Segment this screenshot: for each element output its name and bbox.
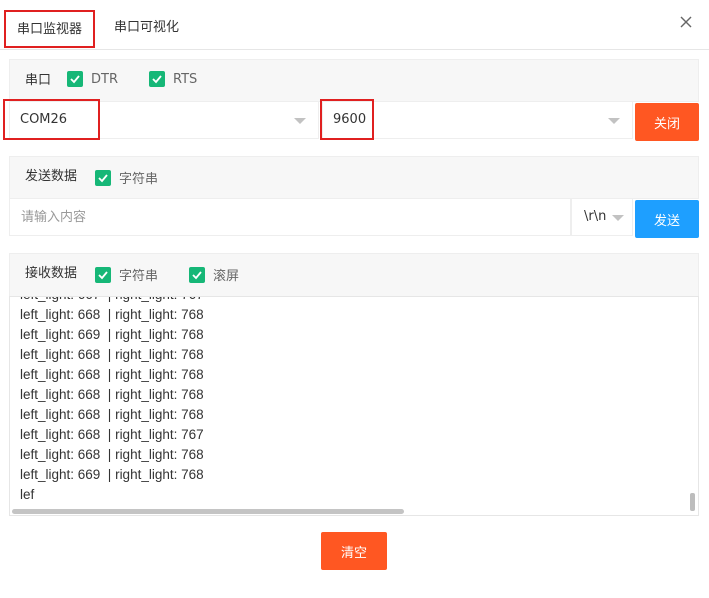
receive-panel-header: 接收数据 字符串 滚屏 xyxy=(9,253,699,297)
close-icon[interactable] xyxy=(677,13,695,31)
log-line: left_light: 668 | right_light: 768 xyxy=(20,347,204,362)
send-button[interactable]: 发送 xyxy=(635,200,699,238)
autoscroll-label: 滚屏 xyxy=(213,269,240,284)
checkmark-icon xyxy=(189,266,205,283)
port-panel-header: 串口 DTR RTS xyxy=(9,59,699,102)
log-line: left_light: 668 | right_light: 768 xyxy=(20,367,204,382)
rts-checkbox[interactable]: RTS xyxy=(149,71,197,87)
vertical-scrollbar[interactable] xyxy=(690,493,695,511)
receive-label: 接收数据 xyxy=(25,266,78,281)
tab-serial-visualization[interactable]: 串口可视化 xyxy=(104,10,189,48)
chevron-down-icon xyxy=(612,215,624,221)
port-label: 串口 xyxy=(25,73,52,88)
line-ending-value: \r\n xyxy=(584,209,607,224)
log-line: left_light: 668 | right_light: 768 xyxy=(20,447,204,462)
chevron-down-icon xyxy=(294,118,306,124)
tab-bar: 串口监视器 串口可视化 xyxy=(0,0,709,50)
checkmark-icon xyxy=(95,266,111,283)
checkmark-icon xyxy=(67,71,83,87)
log-line: left_light: 668 | right_light: 768 xyxy=(20,407,204,422)
log-line: left_light: 669 | right_light: 768 xyxy=(20,467,204,482)
send-string-checkbox[interactable]: 字符串 xyxy=(95,168,158,187)
baud-select[interactable]: 9600 xyxy=(322,101,633,139)
checkmark-icon xyxy=(149,71,165,87)
log-line: left_light: 667 | right_light: 767 xyxy=(20,297,204,305)
line-ending-select[interactable]: \r\n xyxy=(571,198,633,236)
clear-button[interactable]: 清空 xyxy=(321,532,387,570)
baud-select-value: 9600 xyxy=(333,112,367,127)
rts-label: RTS xyxy=(173,71,198,87)
receive-log[interactable]: left_light: 667 | right_light: 767 left_l… xyxy=(9,296,699,516)
receive-log-lines: left_light: 667 | right_light: 767 left_l… xyxy=(20,297,204,505)
log-line: lef xyxy=(20,487,35,502)
log-line: left_light: 668 | right_light: 768 xyxy=(20,387,204,402)
chevron-down-icon xyxy=(608,118,620,124)
send-input[interactable] xyxy=(10,199,570,235)
log-line: left_light: 668 | right_light: 767 xyxy=(20,427,204,442)
checkmark-icon xyxy=(95,169,111,186)
dtr-checkbox[interactable]: DTR xyxy=(67,71,118,87)
send-panel-header: 发送数据 字符串 xyxy=(9,156,699,199)
tab-serial-monitor[interactable]: 串口监视器 xyxy=(4,10,95,48)
port-select[interactable]: COM26 xyxy=(9,101,319,139)
send-label: 发送数据 xyxy=(25,169,78,184)
port-select-value: COM26 xyxy=(20,112,68,127)
send-string-label: 字符串 xyxy=(119,172,159,187)
send-input-wrapper xyxy=(9,198,571,236)
dtr-label: DTR xyxy=(91,71,118,87)
close-port-button[interactable]: 关闭 xyxy=(635,103,699,141)
log-line: left_light: 668 | right_light: 768 xyxy=(20,307,204,322)
log-line: left_light: 669 | right_light: 768 xyxy=(20,327,204,342)
horizontal-scrollbar[interactable] xyxy=(12,509,404,514)
autoscroll-checkbox[interactable]: 滚屏 xyxy=(189,265,239,284)
receive-string-label: 字符串 xyxy=(119,269,159,284)
receive-string-checkbox[interactable]: 字符串 xyxy=(95,265,158,284)
